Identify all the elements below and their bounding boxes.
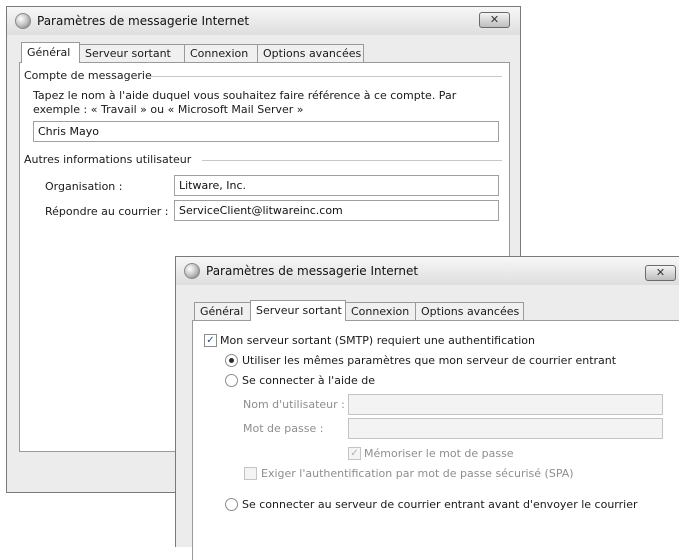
smtp-auth-label[interactable]: Mon serveur sortant (SMTP) requiert une … [220,334,535,347]
spa-label[interactable]: Exiger l'authentification par mot de pas… [261,467,574,480]
account-name-input[interactable]: Chris Mayo [33,121,499,142]
same-settings-label[interactable]: Utiliser les mêmes paramètres que mon se… [242,354,616,367]
organization-input[interactable]: Litware, Inc. [174,175,499,196]
globe-icon [15,13,31,29]
back-window-title: Paramètres de messagerie Internet [37,14,250,28]
username-input[interactable] [348,394,663,415]
account-section-legend: Compte de messagerie [24,69,152,82]
remember-password-label[interactable]: Mémoriser le mot de passe [364,447,514,460]
back-tab-advanced-options[interactable]: Options avancées [257,44,364,62]
incoming-first-radio[interactable] [225,498,238,511]
back-tab-outgoing-server[interactable]: Serveur sortant [79,44,185,62]
organization-label: Organisation : [45,180,123,193]
password-input[interactable] [348,418,663,439]
connect-with-radio[interactable] [225,374,238,387]
globe-icon [184,263,200,279]
password-label: Mot de passe : [243,422,324,435]
back-tab-strip: Général Serveur sortant Connexion Option… [21,42,421,63]
back-tab-general[interactable]: Général [21,42,80,63]
front-tab-connection[interactable]: Connexion [345,302,416,320]
incoming-first-label[interactable]: Se connecter au serveur de courrier entr… [242,498,638,511]
front-tab-outgoing-server[interactable]: Serveur sortant [250,300,346,321]
account-section-divider [150,76,502,77]
user-section-legend: Autres informations utilisateur [24,153,192,166]
front-tab-strip: Général Serveur sortant Connexion Option… [194,300,594,321]
back-tab-connection[interactable]: Connexion [184,44,258,62]
reply-email-label: Répondre au courrier : [45,205,169,218]
spa-checkbox[interactable] [244,467,257,480]
front-window-title: Paramètres de messagerie Internet [206,264,419,278]
front-dialog-window: Paramètres de messagerie Internet ✕ Géné… [175,256,679,560]
back-close-button[interactable]: ✕ [479,12,510,28]
reply-email-input[interactable]: ServiceClient@litwareinc.com [174,200,499,221]
user-section-divider [202,160,502,161]
radio-selected-dot [229,358,234,363]
same-settings-radio[interactable] [225,354,238,367]
front-close-button[interactable]: ✕ [645,265,676,281]
remember-password-checkbox[interactable]: ✓ [348,447,361,460]
account-description-line1: Tapez le nom à l'aide duquel vous souhai… [33,89,457,102]
front-outgoing-panel: ✓ Mon serveur sortant (SMTP) requiert un… [192,320,679,560]
smtp-auth-checkbox[interactable]: ✓ [204,334,217,347]
account-description-line2: exemple : « Travail » ou « Microsoft Mai… [33,103,304,116]
front-tab-advanced-options[interactable]: Options avancées [415,302,524,320]
front-tab-general[interactable]: Général [194,302,251,320]
connect-with-label[interactable]: Se connecter à l'aide de [242,374,375,387]
front-title-bar[interactable]: Paramètres de messagerie Internet ✕ [176,257,679,285]
username-label: Nom d'utilisateur : [243,398,345,411]
back-title-bar[interactable]: Paramètres de messagerie Internet ✕ [7,7,520,35]
